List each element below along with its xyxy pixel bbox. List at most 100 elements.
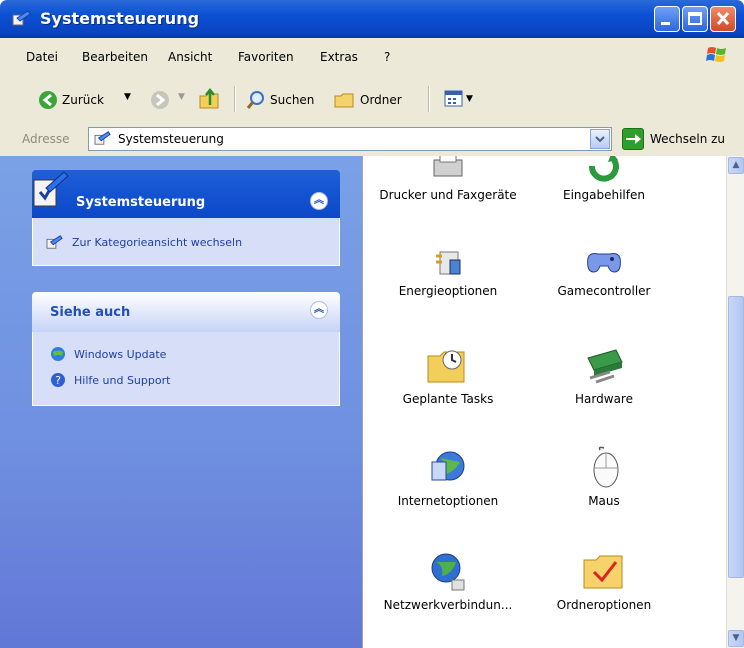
svg-text:?: ? [55, 374, 61, 387]
folder-icon [334, 93, 354, 108]
item-hardware[interactable]: Hardware [529, 342, 679, 408]
item-mouse[interactable]: Maus [529, 444, 679, 510]
items-view: Drucker und Faxgeräte Eingabehilfen Ener… [363, 156, 726, 648]
windows-logo-icon [706, 47, 726, 62]
folders-button[interactable]: Ordner [334, 90, 402, 110]
chevron-down-icon [595, 136, 605, 143]
see-also-box-header[interactable]: Siehe auch ︽ [32, 292, 340, 332]
menu-help[interactable]: ? [384, 50, 390, 64]
collapse-icon[interactable]: ︽ [310, 301, 328, 319]
help-support-link[interactable]: ? Hilfe und Support [50, 372, 170, 388]
internet-options-icon [431, 451, 465, 481]
mouse-icon [593, 446, 619, 488]
item-scheduled-tasks[interactable]: Geplante Tasks [373, 342, 523, 408]
go-arrow-icon [626, 134, 641, 144]
menu-bearbeiten[interactable]: Bearbeiten [82, 50, 148, 64]
item-printers-faxes[interactable]: Drucker und Faxgeräte [373, 156, 523, 204]
item-internet-options[interactable]: Internetoptionen [373, 444, 523, 510]
item-label: Internetoptionen [397, 494, 499, 508]
collapse-icon[interactable]: ︽ [310, 192, 328, 210]
maximize-icon [688, 12, 702, 25]
menu-favoriten[interactable]: Favoriten [238, 50, 294, 64]
item-label: Energieoptionen [398, 284, 498, 298]
search-label: Suchen [270, 93, 315, 107]
minimize-button[interactable] [654, 6, 680, 32]
back-arrow-icon [39, 91, 57, 109]
item-label: Hardware [575, 392, 633, 406]
toolbar-separator [234, 86, 236, 112]
views-icon [444, 90, 463, 107]
back-button[interactable]: Zurück [38, 90, 104, 110]
switch-view-label: Zur Kategorieansicht wechseln [72, 235, 243, 249]
item-accessibility[interactable]: Eingabehilfen [529, 156, 679, 204]
network-icon [431, 553, 465, 591]
scheduled-tasks-icon [427, 350, 465, 383]
control-panel-box-header[interactable]: Systemsteuerung ︽ [32, 170, 340, 218]
windows-update-link[interactable]: Windows Update [50, 346, 166, 362]
go-button[interactable] [622, 128, 644, 150]
back-label: Zurück [62, 93, 104, 107]
control-panel-icon [46, 235, 63, 249]
menu-ansicht[interactable]: Ansicht [168, 50, 212, 64]
scroll-down-button[interactable]: ▼ [728, 630, 744, 647]
accessibility-icon [589, 156, 619, 182]
folder-options-icon [583, 555, 623, 589]
address-label: Adresse [22, 132, 70, 146]
see-also-box: Siehe auch ︽ Windows Update ? Hilfe und … [32, 292, 340, 406]
help-support-label: Hilfe und Support [74, 373, 171, 387]
item-game-controllers[interactable]: Gamecontroller [529, 242, 679, 300]
menu-extras[interactable]: Extras [320, 50, 358, 64]
printer-icon [433, 156, 463, 177]
menu-datei[interactable]: Datei [26, 50, 58, 64]
scroll-up-button[interactable]: ▲ [728, 157, 744, 174]
item-label: Netzwerkverbindun... [383, 598, 513, 612]
forward-button[interactable] [150, 90, 170, 110]
item-label: Eingabehilfen [563, 188, 645, 202]
hardware-icon [587, 349, 623, 384]
item-label: Gamecontroller [557, 284, 651, 298]
item-label: Drucker und Faxgeräte [379, 188, 517, 202]
help-icon: ? [51, 373, 65, 387]
views-dropdown-icon: ▼ [466, 94, 473, 104]
item-power-options[interactable]: Energieoptionen [373, 242, 523, 300]
task-pane: Systemsteuerung ︽ Zur Kategorieansicht w… [0, 156, 363, 648]
control-panel-icon [12, 10, 31, 26]
close-button[interactable] [710, 6, 736, 32]
forward-dropdown-icon[interactable]: ▼ [178, 92, 185, 102]
gamepad-icon [587, 253, 621, 273]
folders-label: Ordner [360, 93, 402, 107]
control-panel-box-title: Systemsteuerung [76, 195, 206, 210]
window-title: Systemsteuerung [40, 9, 200, 28]
control-panel-box: Systemsteuerung ︽ Zur Kategorieansicht w… [32, 170, 340, 266]
scrollbar-thumb[interactable] [728, 296, 744, 578]
switch-view-link[interactable]: Zur Kategorieansicht wechseln [46, 234, 242, 250]
up-folder-icon [199, 88, 219, 109]
toolbar-separator [428, 86, 430, 112]
back-dropdown-icon[interactable]: ▼ [124, 92, 131, 102]
control-panel-large-icon [33, 171, 69, 207]
windows-update-icon [51, 347, 65, 361]
title-bar[interactable]: Systemsteuerung [0, 0, 744, 38]
item-label: Geplante Tasks [402, 392, 494, 406]
item-label: Maus [588, 494, 620, 508]
go-label[interactable]: Wechseln zu [650, 132, 725, 146]
control-panel-icon [94, 131, 111, 145]
search-icon [246, 91, 264, 109]
window: Systemsteuerung Datei Bearbeiten Ansicht… [0, 0, 744, 648]
control-panel-box-body: Zur Kategorieansicht wechseln [32, 218, 340, 266]
power-icon [436, 251, 461, 275]
item-folder-options[interactable]: Ordneroptionen [529, 548, 679, 614]
address-value: Systemsteuerung [118, 132, 224, 146]
up-folder-button[interactable] [198, 88, 222, 110]
views-button[interactable]: ▼ [444, 90, 473, 108]
minimize-icon [661, 22, 670, 25]
see-also-box-body: Windows Update ? Hilfe und Support [32, 332, 340, 406]
see-also-title: Siehe auch [50, 305, 131, 320]
forward-arrow-icon [151, 91, 169, 109]
maximize-button[interactable] [682, 6, 708, 32]
close-icon [716, 11, 730, 26]
vertical-scrollbar[interactable]: ▲ ▼ [726, 156, 744, 648]
address-dropdown-button[interactable] [590, 129, 610, 149]
item-network-connections[interactable]: Netzwerkverbindun... [373, 548, 523, 614]
search-button[interactable]: Suchen [246, 90, 314, 110]
